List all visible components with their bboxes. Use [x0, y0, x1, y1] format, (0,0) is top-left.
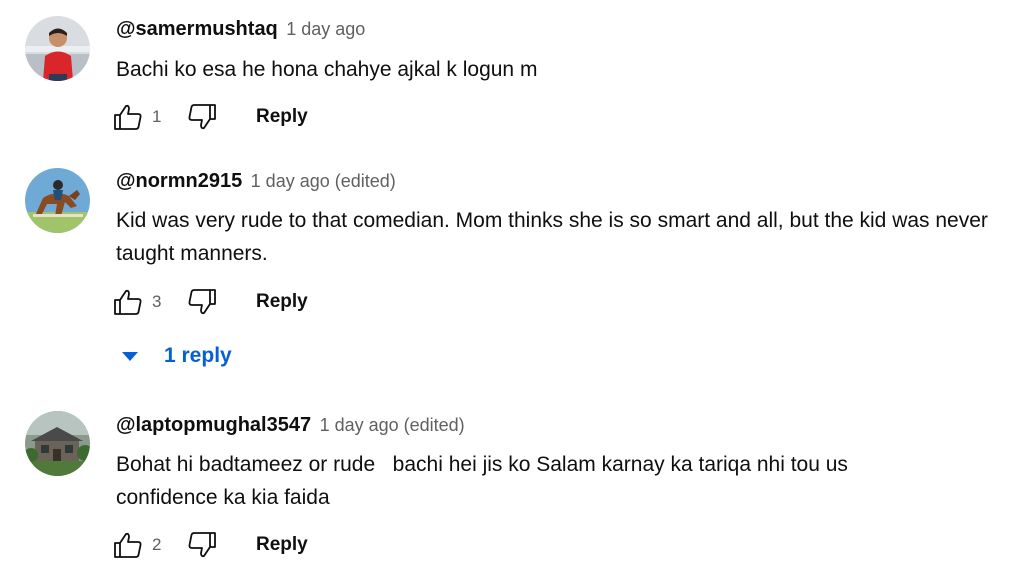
- like-count: 1: [152, 107, 162, 126]
- thumbs-down-icon: [188, 104, 216, 130]
- reply-button[interactable]: Reply: [256, 534, 308, 556]
- avatar[interactable]: [25, 411, 90, 476]
- like-button[interactable]: [110, 284, 146, 320]
- reply-button[interactable]: Reply: [256, 291, 308, 313]
- avatar[interactable]: [25, 16, 90, 81]
- thumbs-down-icon: [188, 289, 216, 315]
- dislike-button[interactable]: [184, 527, 220, 563]
- like-count: 3: [152, 292, 162, 311]
- like-button[interactable]: [110, 527, 146, 563]
- reply-button[interactable]: Reply: [256, 106, 308, 128]
- comment-text: Bohat hi badtameez or rude bachi hei jis…: [116, 453, 854, 509]
- thumbs-up-icon: [114, 104, 142, 130]
- thumbs-down-icon: [188, 532, 216, 558]
- thumbs-up-icon: [114, 532, 142, 558]
- dislike-button[interactable]: [184, 99, 220, 135]
- like-button[interactable]: [110, 99, 146, 135]
- comment-author[interactable]: @laptopmughal3547: [116, 414, 311, 436]
- view-replies-button[interactable]: 1 reply: [122, 344, 232, 368]
- comment-author[interactable]: @samermushtaq: [116, 18, 278, 40]
- comment-text: Bachi ko esa he hona chahye ajkal k logu…: [116, 58, 538, 81]
- comment-timestamp[interactable]: 1 day ago (edited): [320, 415, 465, 435]
- caret-down-icon: [122, 351, 138, 361]
- comment-timestamp[interactable]: 1 day ago (edited): [251, 171, 396, 191]
- avatar[interactable]: [25, 168, 90, 233]
- comment-author[interactable]: @normn2915: [116, 170, 242, 192]
- dislike-button[interactable]: [184, 284, 220, 320]
- replies-count-label: 1 reply: [164, 344, 232, 367]
- thumbs-up-icon: [114, 289, 142, 315]
- comments-list: @samermushtaq 1 day ago Bachi ko esa he …: [0, 0, 1024, 580]
- like-count: 2: [152, 535, 162, 554]
- comment-text: Kid was very rude to that comedian. Mom …: [116, 209, 994, 265]
- comment-timestamp[interactable]: 1 day ago: [286, 19, 365, 39]
